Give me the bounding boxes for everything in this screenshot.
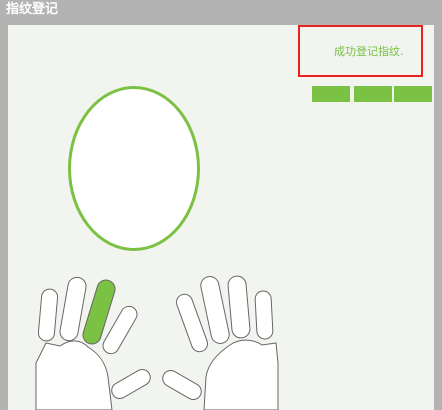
window-title: 指纹登记: [6, 2, 59, 17]
left-palm: [35, 340, 113, 410]
left-pinky-finger[interactable]: [37, 288, 59, 342]
right-thumb[interactable]: [160, 368, 204, 403]
right-ring-finger[interactable]: [227, 275, 251, 339]
left-thumb[interactable]: [109, 367, 153, 402]
right-hand-icon: [160, 275, 279, 410]
enroll-panel: 成功登记指纹.: [8, 25, 434, 410]
right-pinky-finger[interactable]: [254, 290, 274, 340]
title-bar: 指纹登记: [0, 0, 442, 22]
hands-diagram: [35, 275, 279, 410]
left-hand-icon: [35, 276, 153, 410]
right-palm: [203, 339, 279, 410]
